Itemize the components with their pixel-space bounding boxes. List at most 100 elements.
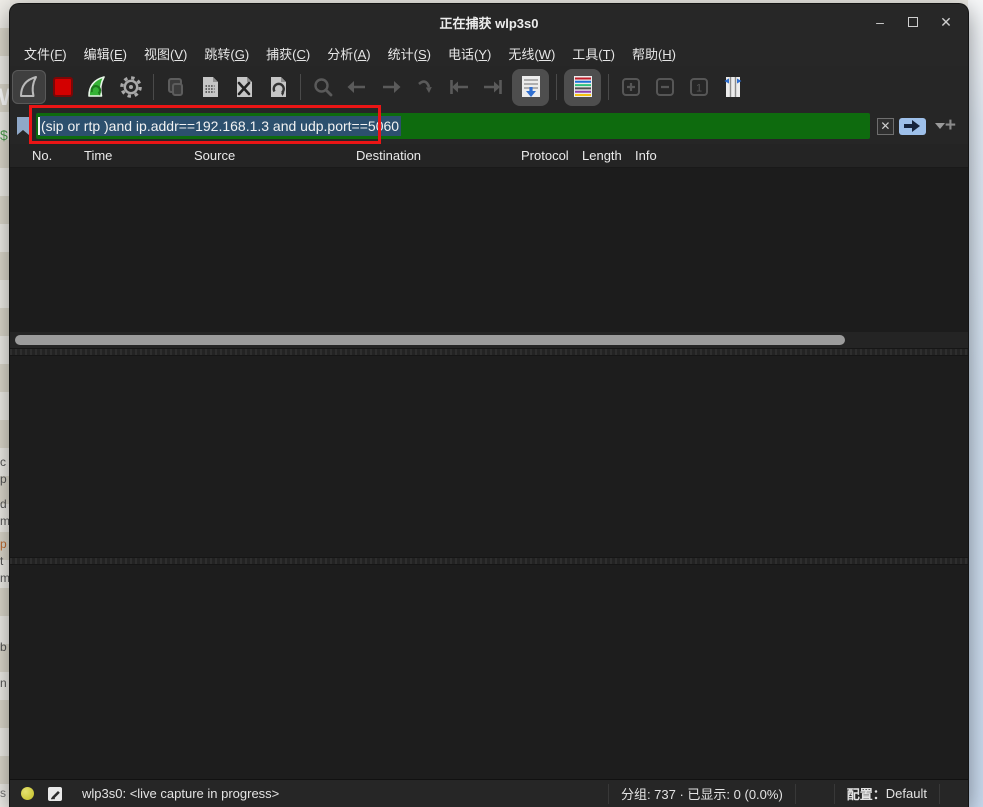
minus-box-icon xyxy=(654,76,676,98)
menu-go[interactable]: 跳转(G) xyxy=(202,42,251,65)
minimize-button[interactable]: – xyxy=(872,14,888,30)
pane-splitter[interactable] xyxy=(10,557,968,565)
bg-fragment: b xyxy=(0,640,7,654)
bookmark-icon[interactable] xyxy=(15,116,31,136)
bg-fragment: m xyxy=(0,514,10,528)
go-to-packet-button[interactable] xyxy=(408,70,442,104)
document-down-arrow-icon xyxy=(518,74,544,100)
green-shark-fin-restart-icon xyxy=(84,74,110,100)
toolbar-separator xyxy=(556,74,557,100)
capture-comment-icon[interactable] xyxy=(47,786,63,802)
filter-history-caret[interactable] xyxy=(935,123,945,129)
filter-text-selected: (sip or rtp )and ip.addr==192.168.1.3 an… xyxy=(40,116,401,136)
start-capture-button[interactable] xyxy=(12,70,46,104)
background-window-strip: W $ c p d m p t m b n s xyxy=(0,0,10,807)
horizontal-scrollbar[interactable] xyxy=(10,332,968,348)
profile-selector[interactable]: 配置： Default xyxy=(834,784,940,804)
arrow-left-icon xyxy=(345,75,369,99)
display-filter-input[interactable]: (sip or rtp )and ip.addr==192.168.1.3 an… xyxy=(36,113,870,139)
profile-label: 配置： xyxy=(847,784,886,803)
titlebar[interactable]: 正在捕获 wlp3s0 – ✕ xyxy=(10,4,968,40)
colorize-button[interactable] xyxy=(564,69,601,106)
bg-fragment: p xyxy=(0,472,7,486)
capture-status-text: wlp3s0: <live capture in progress> xyxy=(82,786,279,801)
column-info[interactable]: Info xyxy=(635,148,657,163)
pane-splitter[interactable] xyxy=(10,348,968,356)
apply-arrow-icon xyxy=(903,120,921,132)
toolbar-separator xyxy=(300,74,301,100)
capture-options-button[interactable] xyxy=(114,70,148,104)
desktop-wallpaper-strip xyxy=(968,0,983,807)
resize-columns-button[interactable] xyxy=(716,70,750,104)
menu-help[interactable]: 帮助(H) xyxy=(630,42,678,65)
expert-info-dot[interactable] xyxy=(21,787,34,800)
scrollbar-thumb[interactable] xyxy=(15,335,845,345)
maximize-button[interactable] xyxy=(908,17,918,27)
reload-file-button[interactable] xyxy=(261,70,295,104)
bg-fragment: m xyxy=(0,571,10,585)
document-binary-icon xyxy=(198,75,222,99)
menu-view[interactable]: 视图(V) xyxy=(142,42,189,65)
menu-edit[interactable]: 编辑(E) xyxy=(82,42,129,65)
toolbar-separator xyxy=(608,74,609,100)
main-toolbar: 1 xyxy=(10,66,968,108)
save-file-button[interactable] xyxy=(193,70,227,104)
menu-capture[interactable]: 捕获(C) xyxy=(264,42,312,65)
wireshark-window: 正在捕获 wlp3s0 – ✕ 文件(F) 编辑(E) 视图(V) 跳转(G) … xyxy=(10,4,968,807)
filter-toolbar: (sip or rtp )and ip.addr==192.168.1.3 an… xyxy=(10,108,968,144)
bg-fragment: c xyxy=(0,455,6,469)
open-file-button[interactable] xyxy=(159,70,193,104)
bg-fragment: s xyxy=(0,786,6,800)
go-first-button[interactable] xyxy=(442,70,476,104)
column-destination[interactable]: Destination xyxy=(356,148,421,163)
close-file-button[interactable] xyxy=(227,70,261,104)
stop-capture-button[interactable] xyxy=(46,70,80,104)
curved-arrow-icon xyxy=(413,75,437,99)
go-forward-button[interactable] xyxy=(374,70,408,104)
columns-resize-icon xyxy=(721,75,745,99)
column-source[interactable]: Source xyxy=(194,148,235,163)
document-x-icon xyxy=(232,75,256,99)
find-packet-button[interactable] xyxy=(306,70,340,104)
menu-statistics[interactable]: 统计(S) xyxy=(386,42,433,65)
column-time[interactable]: Time xyxy=(84,148,112,163)
statusbar: wlp3s0: <live capture in progress> 分组: 7… xyxy=(10,779,968,807)
column-length[interactable]: Length xyxy=(582,148,622,163)
column-protocol[interactable]: Protocol xyxy=(521,148,569,163)
filter-add-button[interactable]: + xyxy=(945,115,956,137)
packet-list-header: No. Time Source Destination Protocol Len… xyxy=(10,144,968,168)
menu-wireless[interactable]: 无线(W) xyxy=(506,42,557,65)
window-title: 正在捕获 wlp3s0 xyxy=(440,13,539,32)
packet-bytes-pane[interactable] xyxy=(10,565,968,779)
menu-telephony[interactable]: 电话(Y) xyxy=(446,42,493,65)
packet-counts: 分组: 737 · 已显示: 0 (0.0%) xyxy=(608,784,796,804)
bg-fragment: W xyxy=(0,84,10,112)
arrow-right-bar-icon xyxy=(481,75,505,99)
column-no[interactable]: No. xyxy=(32,148,52,163)
stacked-documents-icon xyxy=(164,75,188,99)
close-button[interactable]: ✕ xyxy=(938,14,954,30)
bg-fragment: t xyxy=(0,554,3,568)
bg-fragment: $ xyxy=(0,127,8,143)
normal-size-button[interactable]: 1 xyxy=(682,70,716,104)
auto-scroll-button[interactable] xyxy=(512,69,549,106)
go-back-button[interactable] xyxy=(340,70,374,104)
zoom-in-button[interactable] xyxy=(614,70,648,104)
menu-tools[interactable]: 工具(T) xyxy=(570,42,617,65)
go-last-button[interactable] xyxy=(476,70,510,104)
filter-apply-button[interactable] xyxy=(899,118,926,135)
zoom-out-button[interactable] xyxy=(648,70,682,104)
document-reload-icon xyxy=(266,75,290,99)
svg-text:1: 1 xyxy=(696,83,702,95)
magnifier-icon xyxy=(311,75,335,99)
gear-icon xyxy=(118,74,144,100)
packet-details-pane[interactable] xyxy=(10,356,968,557)
restart-capture-button[interactable] xyxy=(80,70,114,104)
menu-analyze[interactable]: 分析(A) xyxy=(325,42,372,65)
filter-clear-button[interactable]: ✕ xyxy=(877,118,894,135)
red-square-icon xyxy=(51,75,75,99)
bar-arrow-left-icon xyxy=(447,75,471,99)
document-colored-lines-icon xyxy=(570,74,596,100)
menu-file[interactable]: 文件(F) xyxy=(22,42,69,65)
packet-list-pane[interactable] xyxy=(10,168,968,332)
